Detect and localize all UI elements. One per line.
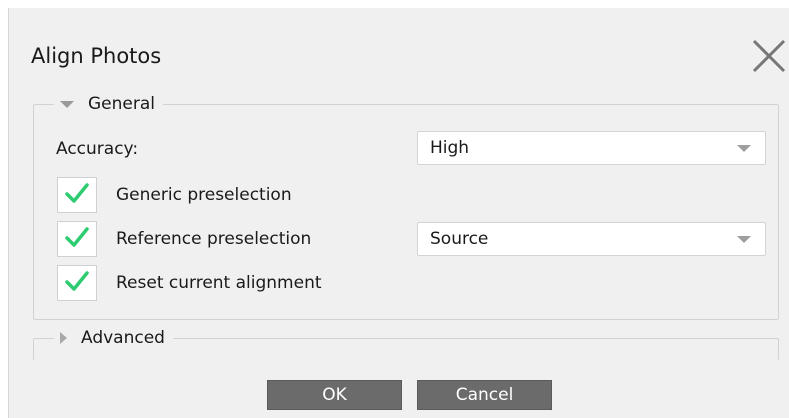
checkmark-icon — [64, 270, 90, 296]
generic-preselection-label: Generic preselection — [116, 185, 292, 205]
accuracy-value: High — [430, 138, 470, 158]
accuracy-select[interactable]: High — [417, 131, 766, 165]
chevron-down-icon — [737, 236, 751, 243]
reset-alignment-option[interactable]: Reset current alignment — [57, 265, 322, 301]
advanced-header[interactable]: Advanced — [54, 327, 173, 349]
accuracy-label: Accuracy: — [56, 139, 139, 159]
generic-preselection-checkbox[interactable] — [57, 177, 97, 213]
reference-preselection-select[interactable]: Source — [417, 222, 766, 256]
close-button[interactable] — [749, 36, 789, 76]
cancel-button[interactable]: Cancel — [417, 380, 552, 410]
advanced-group: Advanced — [33, 327, 779, 360]
reference-preselection-value: Source — [430, 229, 489, 249]
close-icon — [749, 36, 789, 76]
reset-alignment-label: Reset current alignment — [116, 273, 322, 293]
generic-preselection-option[interactable]: Generic preselection — [57, 177, 292, 213]
expand-triangle-icon — [60, 332, 67, 344]
reference-preselection-checkbox[interactable] — [57, 221, 97, 257]
advanced-header-label: Advanced — [81, 328, 165, 348]
chevron-down-icon — [737, 145, 751, 152]
dialog-title: Align Photos — [31, 44, 162, 68]
general-header[interactable]: General — [54, 93, 163, 115]
checkmark-icon — [64, 226, 90, 252]
general-header-label: General — [88, 94, 155, 114]
reference-preselection-label: Reference preselection — [116, 229, 312, 249]
ok-button[interactable]: OK — [267, 380, 402, 410]
collapse-triangle-icon — [60, 100, 74, 108]
align-photos-dialog: Align Photos General Accuracy: High Gene… — [8, 8, 789, 418]
reset-alignment-checkbox[interactable] — [57, 265, 97, 301]
reference-preselection-option[interactable]: Reference preselection — [57, 221, 311, 257]
general-group: General Accuracy: High Generic preselect… — [33, 93, 779, 320]
checkmark-icon — [64, 182, 90, 208]
